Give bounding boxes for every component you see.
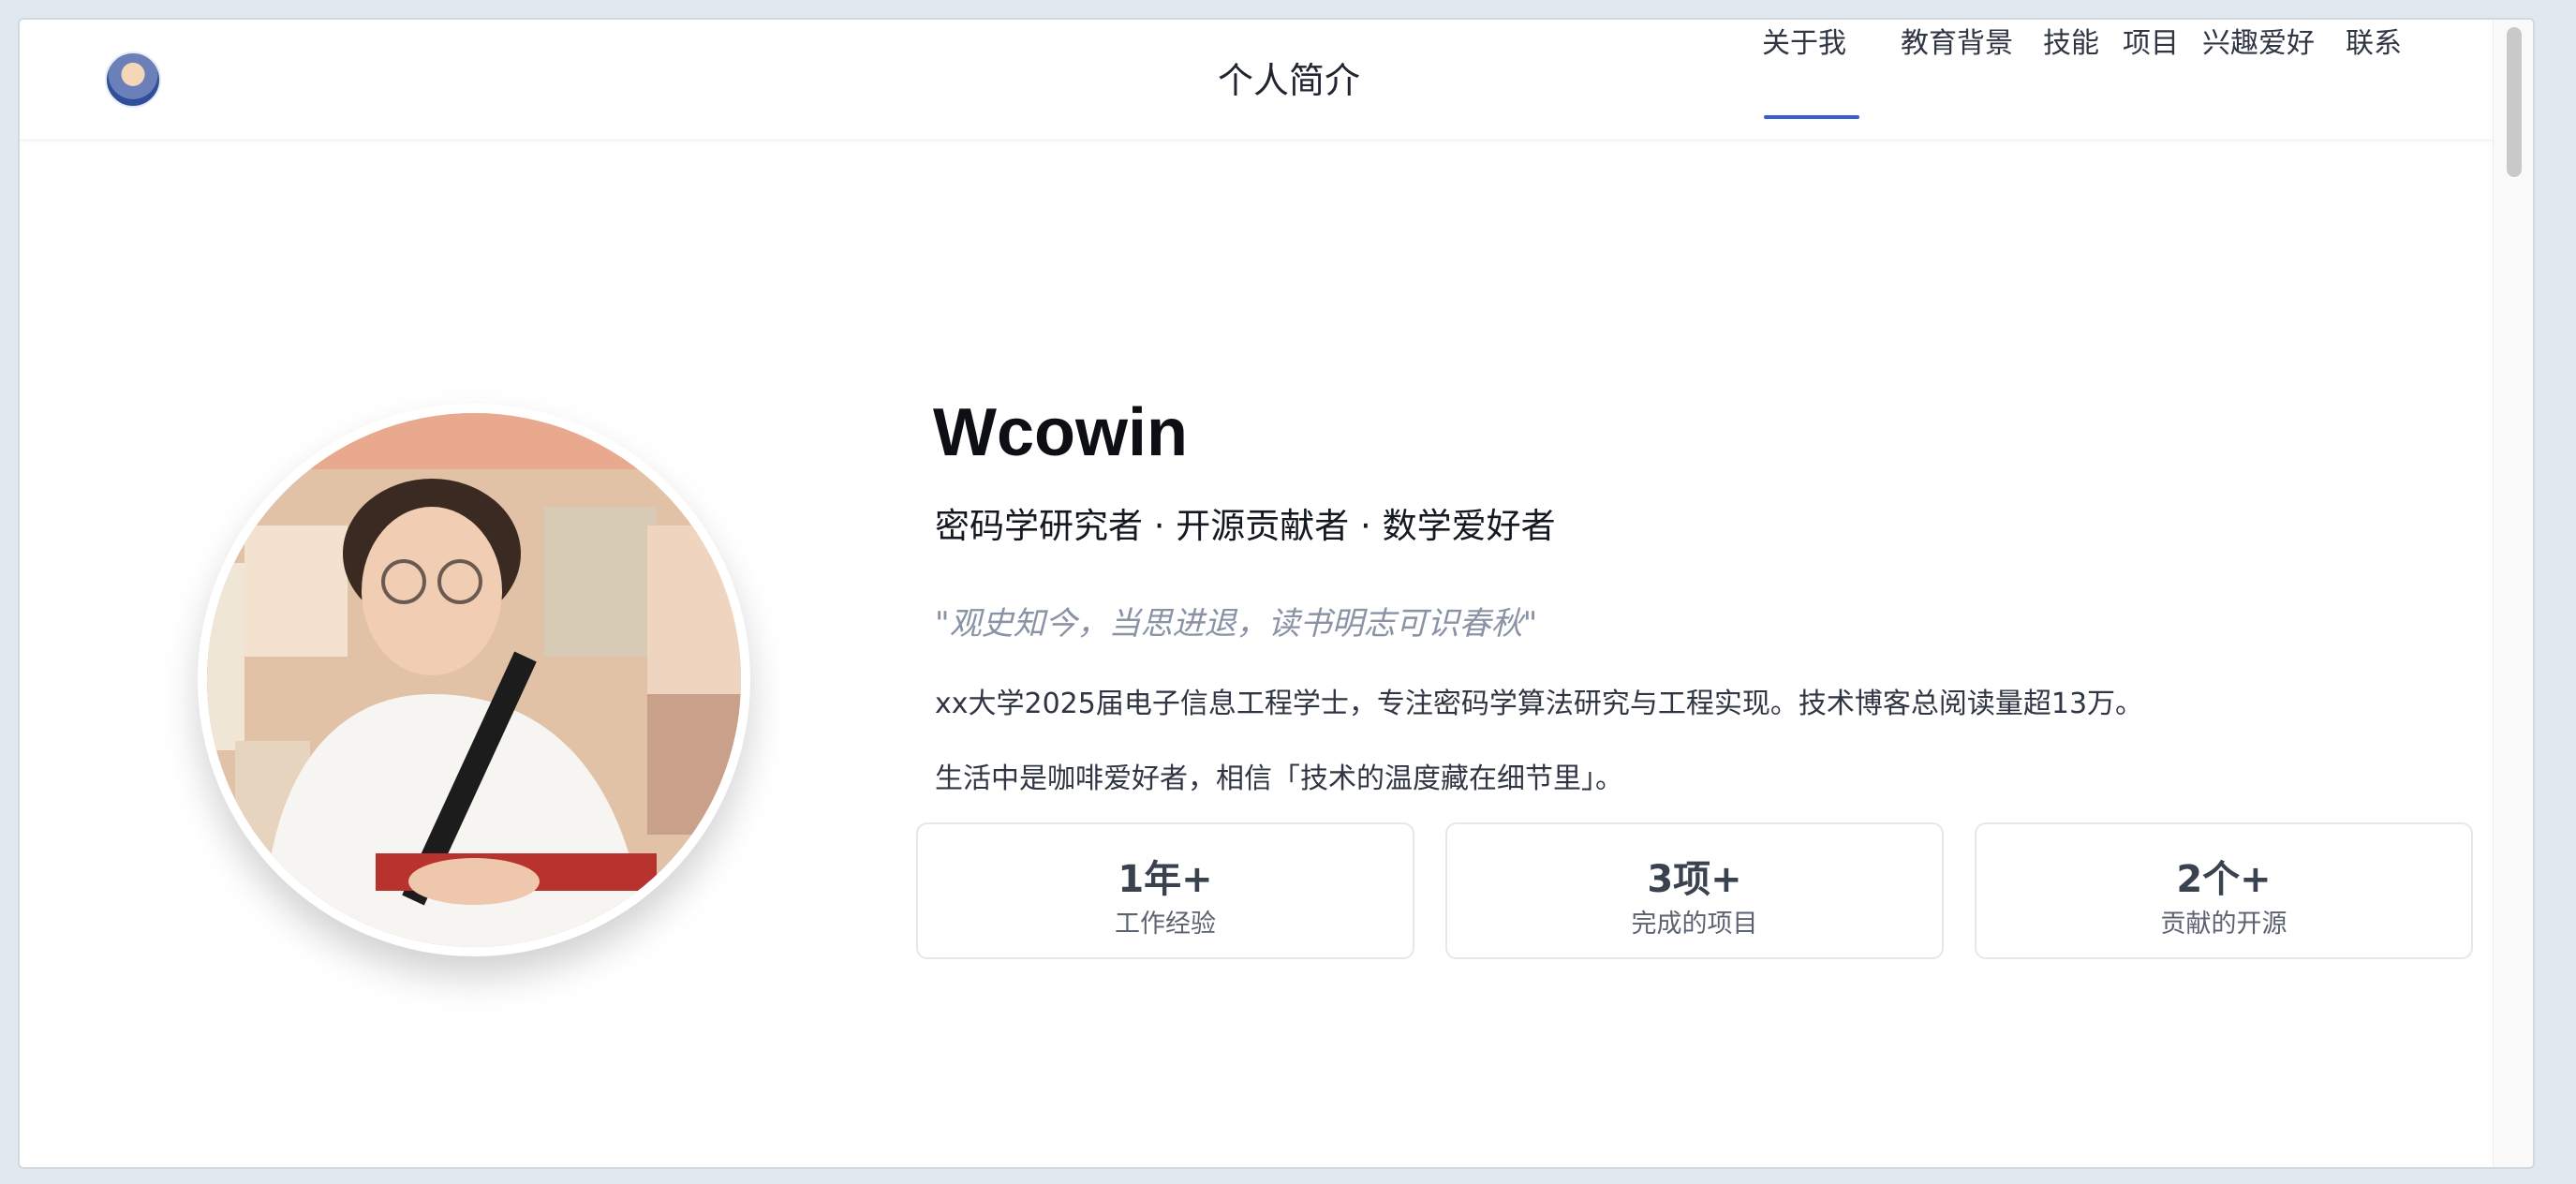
stat-label: 贡献的开源 — [2160, 910, 2287, 939]
page-scrollbar[interactable] — [2493, 20, 2533, 1167]
stat-label: 完成的项目 — [1631, 910, 1758, 939]
profile-tagline: 密码学研究者 · 开源贡献者 · 数学爱好者 — [935, 506, 1556, 546]
profile-bio-education: xx大学2025届电子信息工程学士，专注密码学算法研究与工程实现。技术博客总阅读… — [935, 688, 2144, 720]
scrollbar-thumb[interactable] — [2507, 27, 2522, 177]
nav-active-indicator — [1764, 115, 1859, 119]
browser-window: 个人简介 关于我 教育背景 技能 项目 兴趣爱好 联系 Wcowin 密码学研究… — [18, 18, 2535, 1169]
site-header: 个人简介 关于我 教育背景 技能 项目 兴趣爱好 联系 — [20, 20, 2533, 141]
stat-card-projects: 3项+ 完成的项目 — [1445, 822, 1944, 959]
profile-quote: "观史知今，当思进退，读书明志可识春秋" — [935, 605, 1538, 643]
nav-education[interactable]: 教育背景 — [1901, 20, 2013, 61]
nav-about[interactable]: 关于我 — [1762, 20, 1846, 61]
nav-hobbies[interactable]: 兴趣爱好 — [2202, 20, 2315, 61]
stat-value: 2个+ — [2176, 858, 2272, 901]
stat-card-experience: 1年+ 工作经验 — [916, 822, 1414, 959]
stat-label: 工作经验 — [1115, 910, 1216, 939]
profile-bio-life: 生活中是咖啡爱好者，相信「技术的温度藏在细节里」。 — [935, 762, 1623, 795]
logo-avatar-icon[interactable] — [105, 52, 161, 108]
stat-value: 3项+ — [1647, 858, 1742, 901]
nav-skills[interactable]: 技能 — [2043, 20, 2099, 61]
profile-photo — [207, 413, 741, 947]
profile-name: Wcowin — [933, 395, 1188, 470]
stat-value: 1年+ — [1118, 858, 1213, 901]
profile-photo-frame — [198, 404, 750, 956]
stat-card-opensource: 2个+ 贡献的开源 — [1975, 822, 2473, 959]
nav-projects[interactable]: 项目 — [2123, 20, 2179, 61]
nav-contact[interactable]: 联系 — [2346, 20, 2402, 61]
site-title: 个人简介 — [1217, 60, 1360, 101]
profile-photo-illustration — [207, 413, 741, 947]
